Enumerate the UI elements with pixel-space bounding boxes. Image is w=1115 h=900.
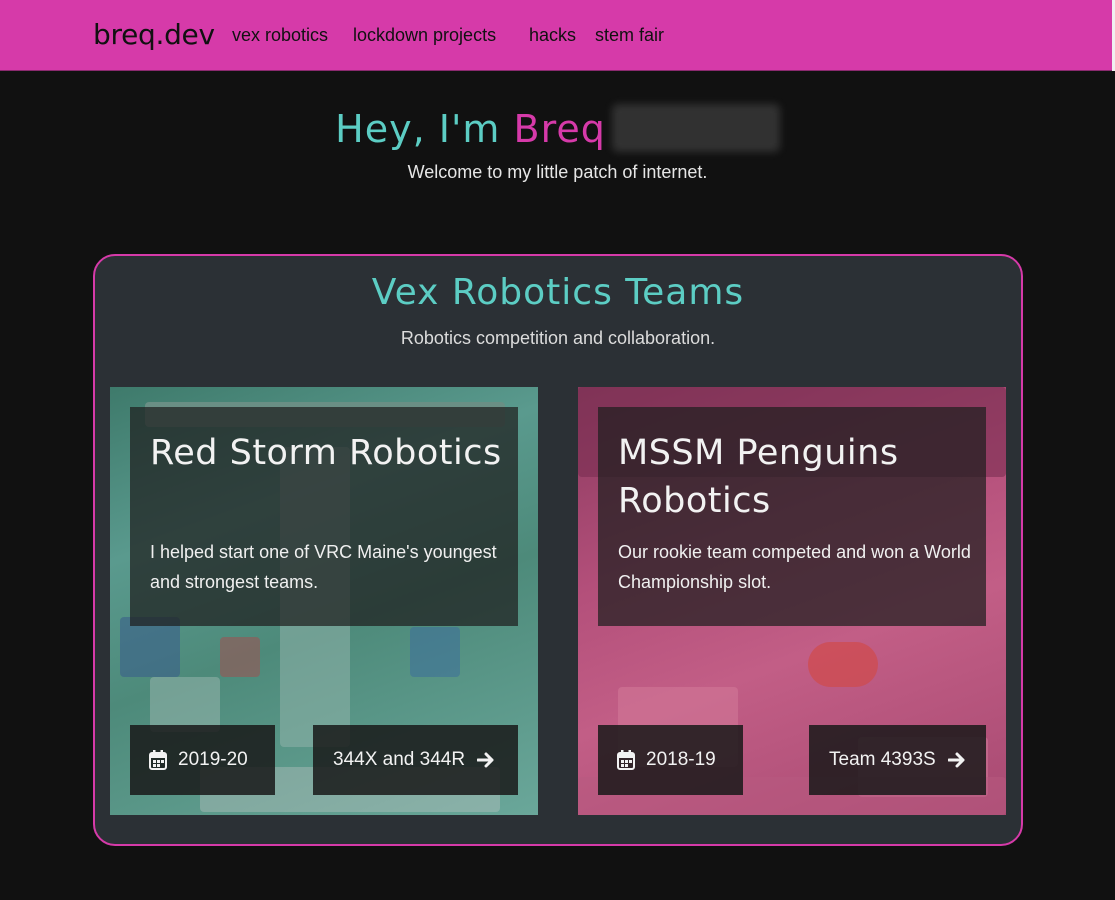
calendar-icon [149, 750, 167, 770]
nav-link-vex-robotics[interactable]: vex robotics [232, 25, 328, 46]
team-card-mssm-penguins: MSSM Penguins Robotics Our rookie team c… [578, 387, 1006, 815]
card-background-photo [150, 677, 220, 732]
card-info-overlay: Red Storm Robotics I helped start one of… [130, 407, 518, 626]
arrow-right-icon [477, 752, 494, 768]
team-link-button[interactable]: Team 4393S [809, 725, 986, 795]
redacted-surname [611, 104, 780, 152]
nav-link-stem-fair[interactable]: stem fair [595, 25, 664, 46]
card-title: MSSM Penguins Robotics [618, 433, 899, 521]
nav-link-lockdown-projects[interactable]: lockdown projects [353, 25, 496, 46]
card-info-overlay: MSSM Penguins Robotics Our rookie team c… [598, 407, 986, 626]
team-link-label: Team 4393S [829, 749, 936, 770]
hero-subtitle: Welcome to my little patch of internet. [407, 162, 708, 182]
hero-greeting: Hey, I'm [335, 107, 514, 151]
card-year: 2018-19 [646, 749, 716, 770]
card-background-photo [220, 637, 260, 677]
calendar-icon [617, 750, 635, 770]
team-link-label: 344X and 344R [333, 749, 466, 770]
card-year-badge: 2018-19 [598, 725, 743, 795]
card-year-badge: 2019-20 [130, 725, 275, 795]
card-description: I helped start one of VRC Maine's younge… [150, 542, 497, 592]
section-title: Vex Robotics Teams [371, 272, 745, 313]
vex-teams-section: Vex Robotics Teams Robotics competition … [93, 254, 1023, 846]
brand-logo[interactable]: breq.dev [93, 18, 215, 51]
hero-name: Breq [513, 107, 606, 151]
card-background-photo [120, 617, 180, 677]
navbar: breq.dev vex robotics lockdown projects … [0, 0, 1115, 71]
card-description: Our rookie team competed and won a World… [618, 542, 971, 592]
card-background-photo [410, 627, 460, 677]
arrow-right-icon [947, 752, 965, 768]
card-background-photo [808, 642, 878, 687]
team-card-red-storm: Red Storm Robotics I helped start one of… [110, 387, 538, 815]
hero-title: Hey, I'm Breq [0, 104, 1115, 152]
nav-link-hacks[interactable]: hacks [529, 25, 576, 46]
team-link-button[interactable]: 344X and 344R [313, 725, 518, 795]
card-year: 2019-20 [178, 749, 248, 770]
card-title: Red Storm Robotics [150, 433, 502, 473]
section-subtitle: Robotics competition and collaboration. [400, 328, 716, 348]
